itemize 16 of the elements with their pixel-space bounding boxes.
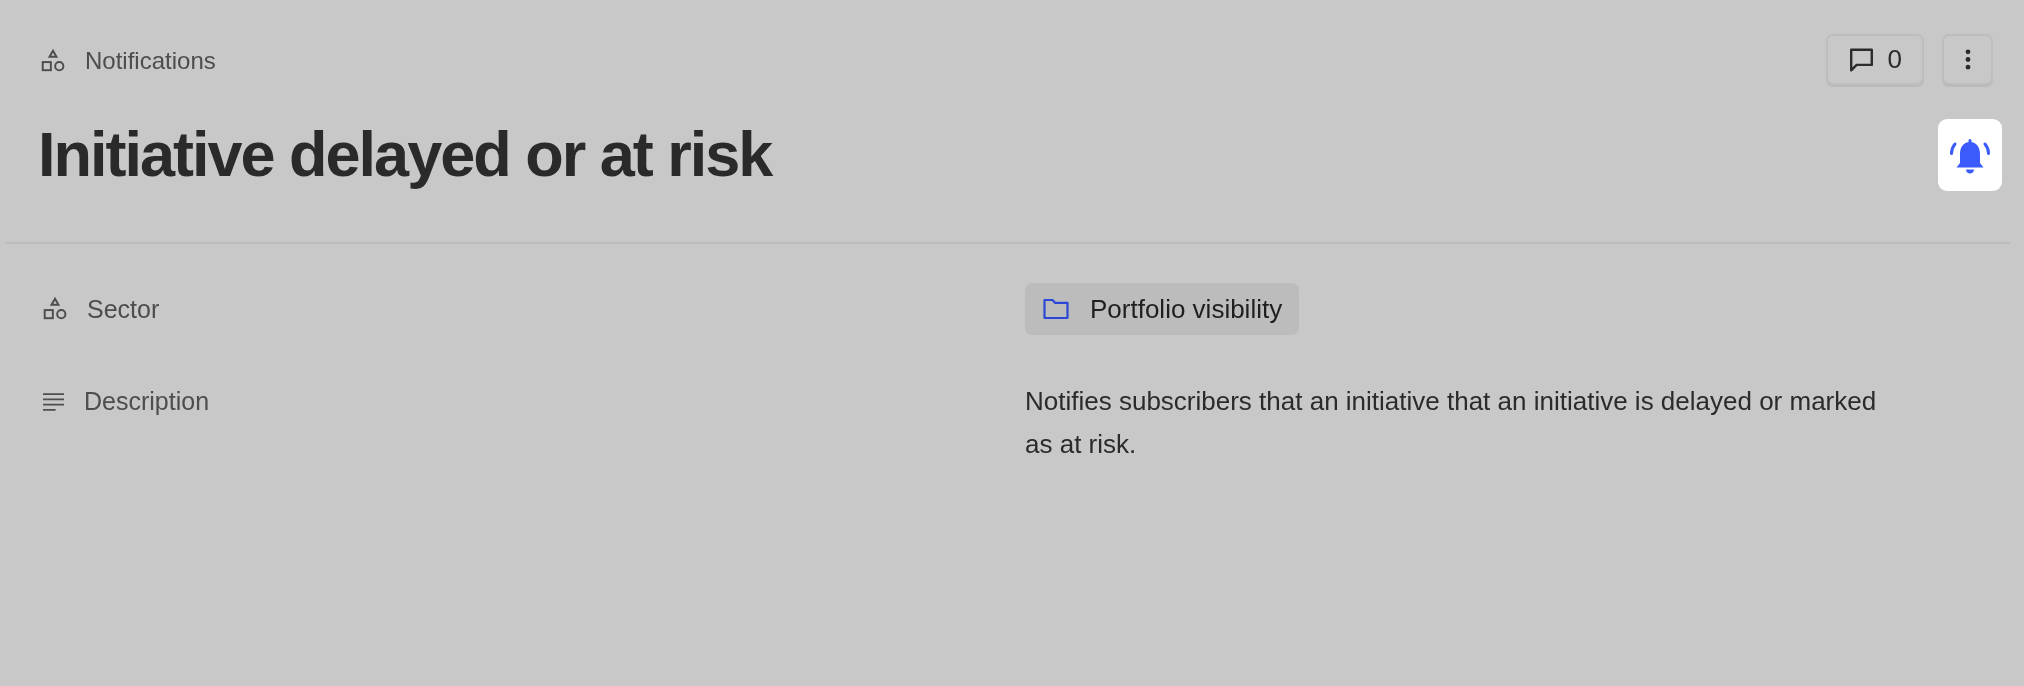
breadcrumb-label[interactable]: Notifications — [85, 47, 216, 75]
sector-chip[interactable]: Portfolio visibility — [1025, 283, 1300, 335]
comment-icon — [1847, 46, 1875, 73]
more-icon — [1964, 49, 1971, 70]
chip-label: Portfolio visibility — [1090, 293, 1283, 325]
description-text: Notifies subscribers that an initiative that an initiative is delayed or marked as at risk. — [1025, 385, 1878, 461]
folder-icon — [1043, 298, 1069, 320]
comments-button[interactable]: 0 — [1825, 34, 1924, 85]
property-label: Sector — [87, 294, 160, 324]
text-lines-icon — [42, 392, 65, 411]
shapes-icon — [42, 296, 68, 322]
bell-icon — [1938, 119, 2002, 191]
shapes-icon — [40, 48, 66, 74]
page-title: Initiative delayed or at risk — [38, 120, 772, 190]
property-label: Description — [84, 387, 210, 416]
more-options-button[interactable] — [1942, 34, 1993, 85]
